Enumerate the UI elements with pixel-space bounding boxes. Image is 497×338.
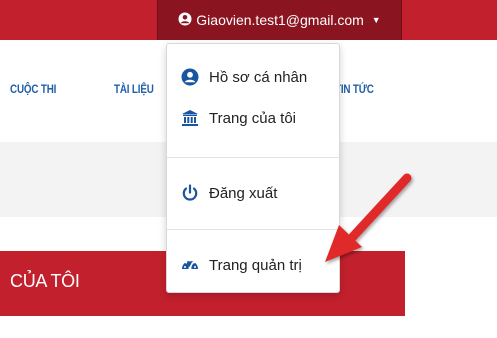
menu-item-admin[interactable]: Trang quản trị [167,250,339,280]
menu-item-profile[interactable]: Hồ sơ cá nhân [167,62,339,92]
user-circle-icon [180,67,200,87]
menu-item-label: Trang của tôi [209,109,296,127]
menu-item-logout[interactable]: Đăng xuất [167,178,339,208]
user-dropdown-menu: Hồ sơ cá nhân Trang của tôi Đăng xuất Tr… [166,43,340,293]
power-icon [180,183,200,203]
user-menu-button[interactable]: Giaovien.test1@gmail.com ▼ [157,0,402,40]
nav-item-tin-tuc[interactable]: TIN TỨC [335,82,374,96]
menu-item-label: Hồ sơ cá nhân [209,68,308,86]
caret-down-icon: ▼ [371,15,381,25]
menu-item-my-page[interactable]: Trang của tôi [167,103,339,133]
user-email: Giaovien.test1@gmail.com [196,12,364,28]
dashboard-icon [180,255,200,275]
nav-item-cuoc-thi[interactable]: CUỘC THI [10,82,56,96]
user-circle-icon [178,12,192,29]
nav-item-tai-lieu[interactable]: TÀI LIỆU [114,82,154,96]
menu-divider [167,157,339,158]
menu-divider [167,229,339,230]
menu-item-label: Đăng xuất [209,184,278,202]
bank-icon [180,108,200,128]
menu-item-label: Trang quản trị [209,256,302,274]
section-title: CỦA TÔI [10,271,80,291]
